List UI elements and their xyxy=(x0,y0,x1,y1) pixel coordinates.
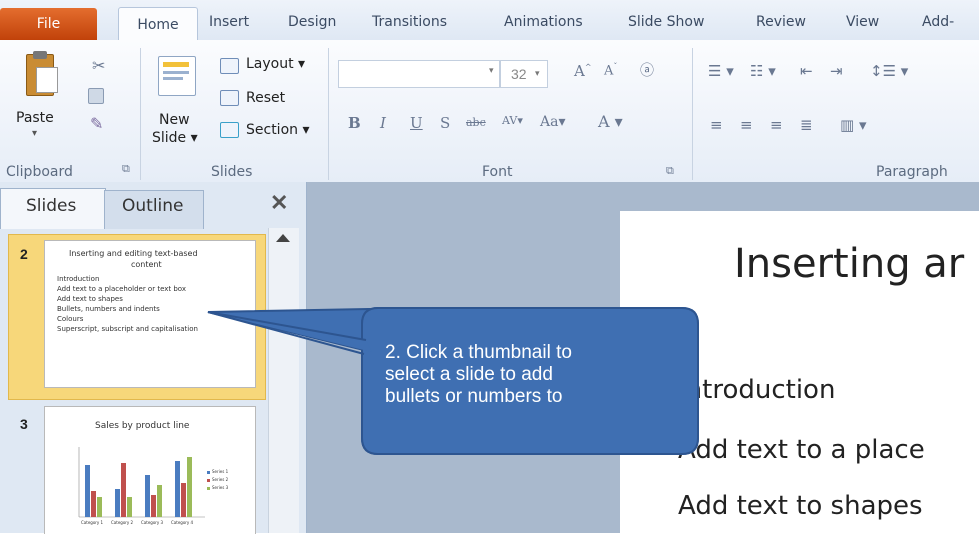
tab-review[interactable]: Review xyxy=(756,14,806,30)
slide-number-2: 2 xyxy=(20,246,28,262)
callout-line-3: bullets or numbers to xyxy=(385,386,563,407)
slide-thumbnail-2[interactable]: Inserting and editing text-based content… xyxy=(44,240,256,388)
underline-icon[interactable]: U xyxy=(410,114,423,132)
thumb2-bullet-2: Add text to a placeholder or text box xyxy=(57,285,187,293)
thumb2-title-1: Inserting and editing text-based xyxy=(69,249,198,258)
align-center-icon[interactable]: ≡ xyxy=(740,116,753,134)
change-case-icon[interactable]: Aa▾ xyxy=(540,114,565,130)
thumb2-bullet-4: Bullets, numbers and indents xyxy=(57,305,160,313)
thumb3-category-4: Category 4 xyxy=(171,520,194,525)
tab-outline[interactable]: Outline xyxy=(122,196,184,216)
callout-line-1: 2. Click a thumbnail to xyxy=(385,342,572,363)
close-pane-icon[interactable]: ✕ xyxy=(270,190,288,216)
tab-transitions[interactable]: Transitions xyxy=(372,14,447,30)
paragraph-group-label: Paragraph xyxy=(876,164,948,180)
font-size-value: 32 xyxy=(511,66,527,82)
line-spacing-icon[interactable]: ↕☰ ▾ xyxy=(870,62,908,80)
thumb3-legend-2: Series 2 xyxy=(212,477,229,482)
thumb3-category-3: Category 3 xyxy=(141,520,164,525)
section-button[interactable]: Section ▾ xyxy=(246,122,310,138)
group-separator xyxy=(692,48,693,180)
thumb2-title-2: content xyxy=(131,260,162,269)
font-size-dropdown-icon[interactable]: ▾ xyxy=(535,68,540,79)
slide-bullet-3[interactable]: Add text to shapes xyxy=(678,491,923,521)
font-group-label: Font xyxy=(482,164,513,180)
thumb3-legend-3: Series 3 xyxy=(212,485,229,490)
thumb2-bullet-6: Superscript, subscript and capitalisatio… xyxy=(57,325,198,333)
clipboard-launcher-icon[interactable]: ⧉ xyxy=(122,162,130,176)
justify-icon[interactable]: ≣ xyxy=(800,116,813,134)
italic-icon[interactable]: I xyxy=(380,114,386,132)
layout-button[interactable]: Layout ▾ xyxy=(246,56,305,72)
new-slide-icon[interactable] xyxy=(158,56,196,96)
thumb3-category-1: Category 1 xyxy=(81,520,104,525)
align-left-icon[interactable]: ≡ xyxy=(710,116,723,134)
thumb2-bullet-1: Introduction xyxy=(57,275,100,283)
tab-file[interactable]: File xyxy=(0,8,97,40)
paste-button[interactable]: Paste xyxy=(16,110,54,126)
tab-design[interactable]: Design xyxy=(288,14,336,30)
tab-home[interactable]: Home xyxy=(118,7,198,42)
align-right-icon[interactable]: ≡ xyxy=(770,116,783,134)
font-name-combo[interactable] xyxy=(338,60,500,88)
bold-icon[interactable]: B xyxy=(348,114,361,132)
tab-animations[interactable]: Animations xyxy=(504,14,583,30)
shadow-icon[interactable]: S xyxy=(440,114,450,132)
character-spacing-icon[interactable]: AV▾ xyxy=(502,114,523,127)
columns-icon[interactable]: ▥ ▾ xyxy=(840,116,866,134)
tab-view[interactable]: View xyxy=(846,14,879,30)
thumb3-category-2: Category 2 xyxy=(111,520,134,525)
reset-button[interactable]: Reset xyxy=(246,90,285,106)
cut-icon[interactable]: ✂ xyxy=(92,56,105,75)
font-size-combo[interactable]: 32 ▾ xyxy=(500,60,548,88)
increase-indent-icon[interactable]: ⇥ xyxy=(830,62,843,80)
group-separator xyxy=(140,48,141,180)
clear-formatting-icon[interactable]: ⓐ xyxy=(640,60,654,80)
thumb2-bullet-5: Colours xyxy=(57,315,84,323)
tab-slide-show[interactable]: Slide Show xyxy=(628,14,704,30)
grow-font-icon[interactable]: A^ xyxy=(574,62,592,80)
thumb2-bullet-3: Add text to shapes xyxy=(57,295,123,303)
scroll-up-icon[interactable] xyxy=(276,234,290,242)
font-name-dropdown-icon[interactable]: ▾ xyxy=(489,66,494,76)
slide-bullet-1[interactable]: Introduction xyxy=(678,375,835,405)
pane-scrollbar[interactable] xyxy=(268,228,299,533)
tab-insert[interactable]: Insert xyxy=(209,14,249,30)
reset-icon[interactable] xyxy=(220,90,239,106)
numbering-icon[interactable]: ☷ ▾ xyxy=(750,62,776,80)
callout-line-2: select a slide to add xyxy=(385,364,553,385)
clipboard-group-label: Clipboard xyxy=(6,164,73,180)
font-launcher-icon[interactable]: ⧉ xyxy=(666,164,674,178)
tab-add-ins[interactable]: Add- xyxy=(922,14,954,30)
group-separator xyxy=(328,48,329,180)
slides-group-label: Slides xyxy=(211,164,253,180)
font-color-icon[interactable]: A ▾ xyxy=(598,112,623,131)
decrease-indent-icon[interactable]: ⇤ xyxy=(800,62,813,80)
new-slide-button[interactable]: Slide ▾ xyxy=(152,130,198,146)
paste-dropdown-icon[interactable]: ▾ xyxy=(32,128,37,139)
slide-title[interactable]: Inserting ar xyxy=(734,241,964,287)
slide-number-3: 3 xyxy=(20,416,28,432)
section-icon[interactable] xyxy=(220,122,239,138)
slide-thumbnail-3[interactable]: Sales by product line Series 1 Series 2 … xyxy=(44,406,256,534)
shrink-font-icon[interactable]: Aˇ xyxy=(604,62,617,78)
bullets-icon[interactable]: ☰ ▾ xyxy=(708,62,734,80)
paste-icon[interactable] xyxy=(26,51,58,96)
new-slide-label-1[interactable]: New xyxy=(159,112,190,128)
copy-icon[interactable] xyxy=(88,88,104,104)
format-painter-icon[interactable]: ✎ xyxy=(90,114,103,133)
strikethrough-icon[interactable]: abc xyxy=(466,116,486,129)
tab-slides[interactable]: Slides xyxy=(26,196,76,216)
slide-bullet-2[interactable]: Add text to a place xyxy=(678,435,925,465)
layout-icon[interactable] xyxy=(220,58,239,74)
callout-text: 2. Click a thumbnail to select a slide t… xyxy=(385,342,685,408)
thumb3-legend-1: Series 1 xyxy=(212,469,229,474)
